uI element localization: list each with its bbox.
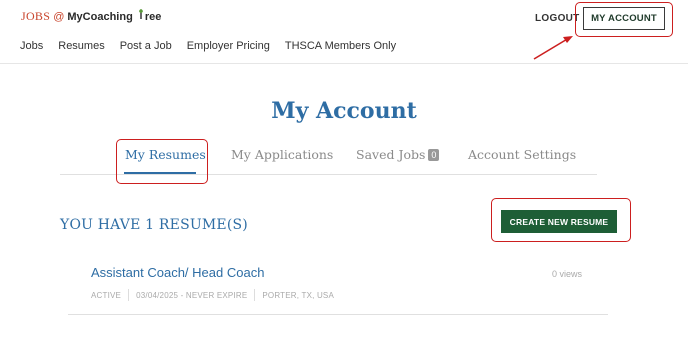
annotation-arrow-icon: [533, 36, 573, 60]
